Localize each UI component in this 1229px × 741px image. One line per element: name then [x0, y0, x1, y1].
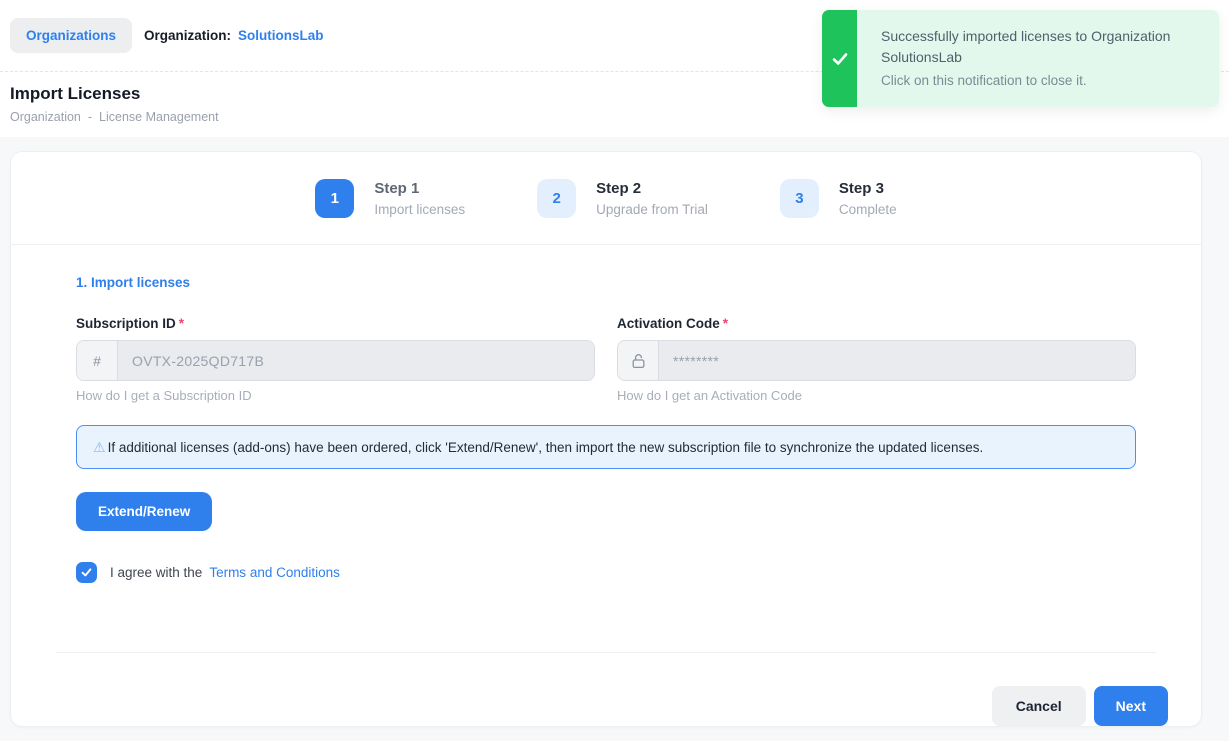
subscription-id-field-group: Subscription ID* # How do I get a Subscr… — [76, 316, 595, 403]
step-3-subtitle: Complete — [839, 202, 897, 217]
step-3-complete: 3 Step 3 Complete — [780, 179, 897, 218]
organizations-button[interactable]: Organizations — [10, 18, 132, 53]
breadcrumb-license-management: License Management — [99, 110, 219, 124]
notification-title: Successfully imported licenses to Organi… — [881, 26, 1181, 68]
activation-code-input[interactable] — [659, 341, 1135, 380]
subscription-id-label-text: Subscription ID — [76, 316, 176, 331]
terms-agreement-row: I agree with the Terms and Conditions — [76, 562, 1136, 583]
terms-and-conditions-link[interactable]: Terms and Conditions — [209, 565, 340, 580]
hash-icon: # — [77, 341, 118, 380]
success-notification[interactable]: Successfully imported licenses to Organi… — [822, 10, 1219, 107]
step-1-import-licenses: 1 Step 1 Import licenses — [315, 179, 465, 218]
check-icon — [830, 49, 850, 69]
activation-code-label-text: Activation Code — [617, 316, 720, 331]
activation-code-label: Activation Code* — [617, 316, 1136, 331]
notification-status-bar — [822, 10, 857, 107]
subscription-id-label: Subscription ID* — [76, 316, 595, 331]
breadcrumb-organization: Organization — [10, 110, 81, 124]
step-3-title: Step 3 — [839, 180, 897, 197]
organization-name-link[interactable]: SolutionsLab — [238, 28, 324, 43]
section-title: 1. Import licenses — [76, 275, 1136, 290]
step-1-badge: 1 — [315, 179, 354, 218]
subscription-id-input[interactable] — [118, 341, 594, 380]
warning-icon: ⚠ — [93, 439, 106, 456]
subscription-id-helper-link[interactable]: How do I get a Subscription ID — [76, 388, 595, 403]
alert-text: If additional licenses (add-ons) have be… — [108, 440, 984, 455]
step-2-badge: 2 — [537, 179, 576, 218]
breadcrumb-separator: - — [88, 110, 92, 124]
breadcrumb: Organization - License Management — [10, 110, 219, 124]
step-2-subtitle: Upgrade from Trial — [596, 202, 708, 217]
import-licenses-form: 1. Import licenses Subscription ID* # Ho… — [11, 245, 1201, 583]
notification-subtitle: Click on this notification to close it. — [881, 73, 1181, 88]
check-icon — [80, 566, 93, 579]
page-header: Import Licenses Organization - License M… — [10, 84, 219, 124]
activation-code-input-group — [617, 340, 1136, 381]
main-content-area: 1 Step 1 Import licenses 2 Step 2 Upgrad… — [0, 137, 1229, 741]
step-3-badge: 3 — [780, 179, 819, 218]
agreement-text: I agree with the — [110, 565, 202, 580]
import-licenses-card: 1 Step 1 Import licenses 2 Step 2 Upgrad… — [10, 151, 1202, 727]
cancel-button[interactable]: Cancel — [992, 686, 1086, 726]
addons-info-alert: ⚠ If additional licenses (add-ons) have … — [76, 425, 1136, 469]
step-2-title: Step 2 — [596, 180, 708, 197]
current-organization: Organization: SolutionsLab — [144, 28, 324, 43]
card-footer: Cancel Next — [11, 652, 1201, 726]
terms-checkbox[interactable] — [76, 562, 97, 583]
lock-icon — [618, 341, 659, 380]
step-1-subtitle: Import licenses — [374, 202, 465, 217]
step-1-title: Step 1 — [374, 180, 465, 197]
activation-code-helper-link[interactable]: How do I get an Activation Code — [617, 388, 1136, 403]
notification-content: Successfully imported licenses to Organi… — [857, 10, 1197, 107]
page-title: Import Licenses — [10, 84, 219, 104]
extend-renew-button[interactable]: Extend/Renew — [76, 492, 212, 531]
activation-code-field-group: Activation Code* How do I get an Activat… — [617, 316, 1136, 403]
required-asterisk: * — [179, 316, 184, 331]
required-asterisk: * — [723, 316, 728, 331]
wizard-steps: 1 Step 1 Import licenses 2 Step 2 Upgrad… — [11, 152, 1201, 245]
step-2-upgrade-from-trial: 2 Step 2 Upgrade from Trial — [537, 179, 708, 218]
subscription-id-input-group: # — [76, 340, 595, 381]
next-button[interactable]: Next — [1094, 686, 1168, 726]
organization-label: Organization: — [144, 28, 231, 43]
